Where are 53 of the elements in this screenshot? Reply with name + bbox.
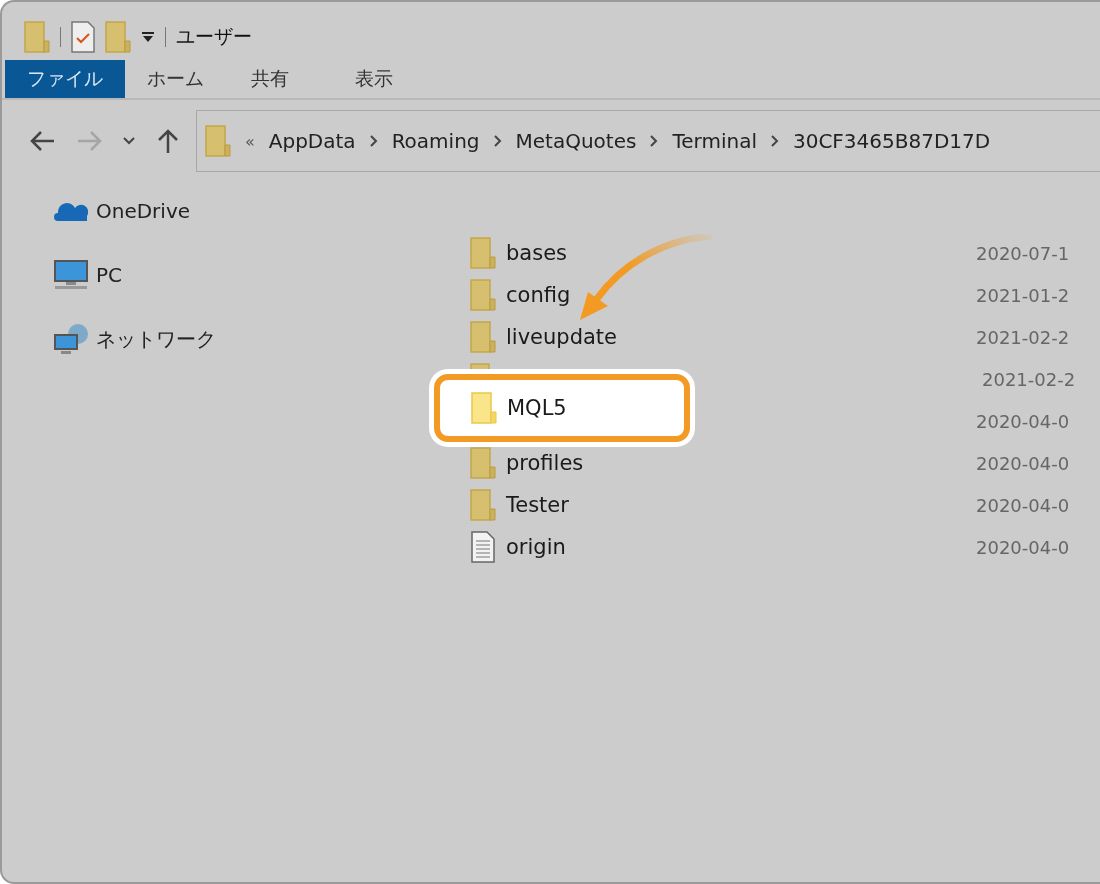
folder-icon — [105, 21, 131, 53]
file-name: bases — [506, 241, 568, 265]
breadcrumb[interactable]: Terminal — [672, 129, 757, 153]
modified-date: 2020-04-0 — [976, 410, 1070, 432]
sidebar-item[interactable]: ネットワーク — [54, 322, 422, 356]
document-icon — [470, 531, 496, 563]
ribbon-tab[interactable]: 共有 — [229, 60, 333, 98]
monitor-icon — [54, 260, 88, 290]
folder-icon — [470, 237, 496, 269]
breadcrumb[interactable]: 30CF3465B87D17D — [792, 129, 991, 153]
ribbon-tab[interactable]: 表示 — [333, 60, 437, 98]
file-name: liveupdate — [506, 325, 618, 349]
chevron-right-icon — [650, 135, 659, 147]
file-name: profiles — [506, 451, 585, 475]
address-bar[interactable]: « AppData Roaming MetaQuotes Terminal 30CF3465B87D17D — [196, 110, 1100, 172]
modified-date: 2021-02-2 — [976, 326, 1070, 348]
chevron-right-icon — [369, 135, 378, 147]
file-name: MQL5 — [507, 396, 567, 420]
folder-icon — [471, 392, 497, 424]
modified-date: 2020-04-0 — [976, 452, 1070, 474]
file-name: config — [506, 283, 572, 307]
folder-icon — [470, 321, 496, 353]
modified-date: 2020-04-0 — [976, 494, 1070, 516]
chevron-right-icon — [493, 135, 502, 147]
modified-date: 2020-07-1 — [976, 242, 1070, 264]
folder-icon — [470, 279, 496, 311]
folder-icon — [24, 21, 50, 53]
modified-date: 2021-02-2 — [982, 368, 1076, 390]
network-icon — [54, 323, 88, 355]
sidebar-item[interactable]: OneDrive — [54, 194, 422, 228]
properties-icon — [71, 21, 95, 53]
breadcrumb[interactable]: MetaQuotes — [515, 129, 637, 153]
breadcrumb[interactable]: AppData — [268, 129, 356, 153]
modified-date: 2020-04-0 — [976, 536, 1070, 558]
folder-icon — [205, 125, 231, 157]
breadcrumb[interactable]: Roaming — [391, 129, 480, 153]
ribbon-tab[interactable]: ファイル — [5, 60, 125, 98]
up-arrow-icon — [156, 128, 180, 154]
chevron-down-icon — [122, 136, 136, 146]
file-name: Tester — [506, 493, 570, 517]
window-title: ユーザー — [176, 24, 252, 49]
dropdown-icon[interactable] — [141, 31, 155, 43]
chevron-right-icon — [770, 135, 779, 147]
file-name: origin — [506, 535, 567, 559]
back-arrow-icon — [30, 130, 56, 152]
sidebar-item[interactable]: PC — [54, 258, 422, 292]
ribbon-tab[interactable]: ホーム — [125, 60, 229, 98]
forward-arrow-icon — [76, 130, 102, 152]
modified-date: 2021-01-2 — [976, 284, 1070, 306]
overflow-chevron[interactable]: « — [245, 131, 255, 151]
cloud-icon — [54, 200, 88, 222]
folder-icon — [470, 447, 496, 479]
folder-icon — [470, 489, 496, 521]
